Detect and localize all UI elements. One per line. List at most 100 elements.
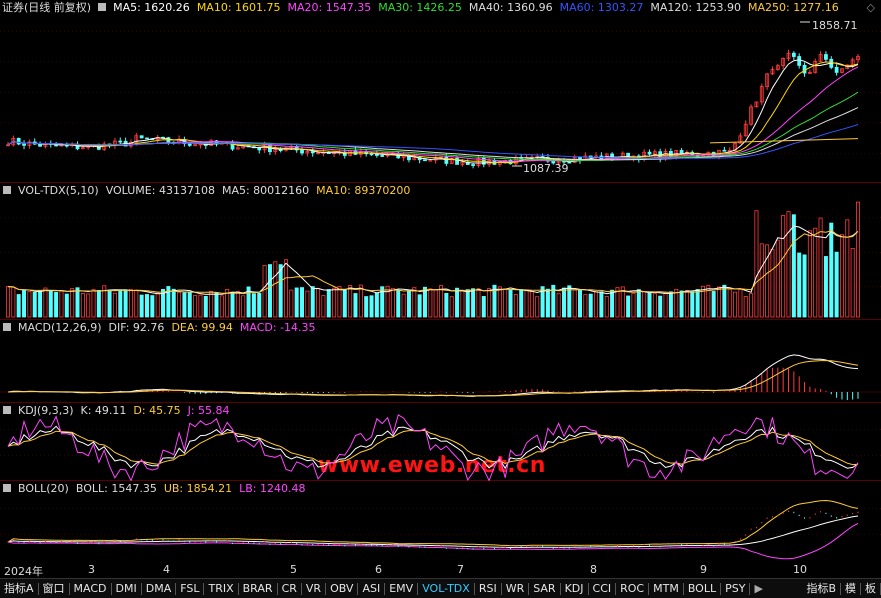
tab-PSY[interactable]: PSY [721, 579, 749, 598]
tab-BRAR[interactable]: BRAR [239, 579, 277, 598]
kdj-item-0: K: 49.11 [80, 404, 127, 417]
tab-ROC[interactable]: ROC [616, 579, 648, 598]
price-chart[interactable] [0, 0, 881, 183]
diamond-icon[interactable]: ◇ [867, 0, 875, 16]
volume-bar [342, 289, 347, 318]
boll-legend: BOLL: 1547.35 UB: 1854.21 LB: 1240.48 [76, 482, 313, 495]
volume-bar [198, 294, 203, 318]
volume-bar [289, 289, 294, 318]
volume-bar [444, 292, 449, 318]
date-tick: 7 [457, 563, 464, 576]
tab-TRIX[interactable]: TRIX [204, 579, 237, 598]
volume-bar [219, 295, 224, 318]
settings-square-icon[interactable] [98, 3, 107, 11]
tab-DMA[interactable]: DMA [142, 579, 176, 598]
volume-bar [64, 293, 69, 318]
volume-chart[interactable] [0, 183, 881, 320]
tab-OBV[interactable]: OBV [326, 579, 357, 598]
tab-CCI[interactable]: CCI [589, 579, 616, 598]
candle-body [824, 54, 828, 60]
more-tabs-arrow[interactable]: ▶ [750, 579, 766, 598]
volume-bar [829, 222, 834, 318]
tab-板[interactable]: 板 [861, 579, 880, 598]
settings-square-icon[interactable] [3, 186, 11, 194]
boll-item-0: BOLL: 1547.35 [75, 482, 157, 495]
volume-bar [754, 210, 759, 318]
chart-title: 证券(日线 前复权) [2, 1, 92, 14]
volume-bar [813, 227, 818, 318]
tab-MTM[interactable]: MTM [649, 579, 683, 598]
volume-bar [476, 288, 481, 318]
tab-VR[interactable]: VR [302, 579, 325, 598]
price-panel[interactable]: 证券(日线 前复权) MA5: 1620.26 MA10: 1601.75 MA20:… [0, 0, 881, 183]
volume-bar [16, 294, 21, 318]
volume-bar [513, 293, 518, 318]
volume-bar [337, 285, 342, 318]
boll-header: BOLL(20) BOLL: 1547.35 UB: 1854.21 LB: 1240… [0, 481, 320, 497]
candle-body [380, 155, 385, 157]
volume-bar [27, 291, 32, 318]
volume-bar [594, 291, 599, 318]
volume-bar [535, 296, 540, 318]
volume-bar [818, 217, 823, 318]
tab-EMV[interactable]: EMV [385, 579, 417, 598]
tab-CR[interactable]: CR [278, 579, 301, 598]
volume-bar [144, 294, 149, 318]
volume-panel[interactable]: VOL-TDX(5,10) VOLUME: 43137108 MA5: 800121… [0, 183, 881, 478]
volume-bar [385, 285, 390, 318]
candle-body [300, 149, 304, 154]
volume-bar [187, 291, 192, 318]
volume-bar [743, 295, 748, 318]
candle-body [187, 143, 192, 146]
volume-bar [690, 291, 695, 318]
volume-bar [465, 289, 470, 318]
date-axis: 2024年 3 4 5 6 7 8 9 10 [0, 561, 881, 578]
volume-bar [6, 286, 11, 318]
volume-bar [177, 291, 182, 318]
tab-FSL[interactable]: FSL [176, 579, 203, 598]
candle-body [16, 137, 21, 145]
vol-item-0: VOLUME: 43137108 [105, 184, 215, 197]
tab-WR[interactable]: WR [502, 579, 529, 598]
tab-DMI[interactable]: DMI [112, 579, 141, 598]
tab-窗口[interactable]: 窗口 [39, 579, 69, 598]
volume-bar [561, 287, 566, 318]
settings-square-icon[interactable] [3, 323, 11, 331]
candle-body [797, 56, 802, 66]
volume-bar [209, 290, 214, 318]
kdj-panel[interactable]: KDJ(9,3,3) K: 49.11 D: 45.75 J: 55.84 [0, 403, 881, 481]
settings-square-icon[interactable] [3, 406, 11, 414]
tab-BOLL[interactable]: BOLL [684, 579, 720, 598]
tab-指标B[interactable]: 指标B [802, 579, 840, 598]
boll-panel[interactable]: BOLL(20) BOLL: 1547.35 UB: 1854.21 LB: 1240… [0, 481, 881, 561]
volume-bar [508, 289, 513, 318]
volume-bar [150, 295, 155, 318]
kdj-header: KDJ(9,3,3) K: 49.11 D: 45.75 J: 55.84 [0, 403, 244, 419]
volume-bar [332, 287, 337, 318]
price-header: 证券(日线 前复权) MA5: 1620.26 MA10: 1601.75 MA20:… [0, 0, 853, 16]
volume-bar [171, 288, 176, 318]
candle-body [802, 65, 807, 74]
tab-模[interactable]: 模 [841, 579, 860, 598]
volume-bar [214, 292, 219, 318]
macd-panel[interactable]: MACD(12,26,9) DIF: 92.76 DEA: 99.94 MACD: -… [0, 320, 881, 403]
tab-指标A[interactable]: 指标A [0, 579, 38, 598]
volume-bar [112, 292, 117, 318]
tab-KDJ[interactable]: KDJ [561, 579, 588, 598]
tab-ASI[interactable]: ASI [358, 579, 384, 598]
volume-bar [642, 291, 647, 318]
volume-bar [695, 289, 700, 318]
kdj-item-2: J: 55.84 [187, 404, 230, 417]
volume-bar [316, 288, 321, 318]
tab-VOL-TDX[interactable]: VOL-TDX [418, 579, 474, 598]
volume-bar [460, 290, 465, 318]
volume-bar [422, 286, 427, 318]
settings-square-icon[interactable] [3, 484, 11, 492]
tab-RSI[interactable]: RSI [475, 579, 501, 598]
tab-MACD[interactable]: MACD [70, 579, 111, 598]
volume-bar [80, 293, 85, 318]
volume-bar [273, 261, 278, 318]
volume-bar [663, 292, 668, 318]
tab-SAR[interactable]: SAR [529, 579, 559, 598]
volume-bar [636, 289, 641, 318]
